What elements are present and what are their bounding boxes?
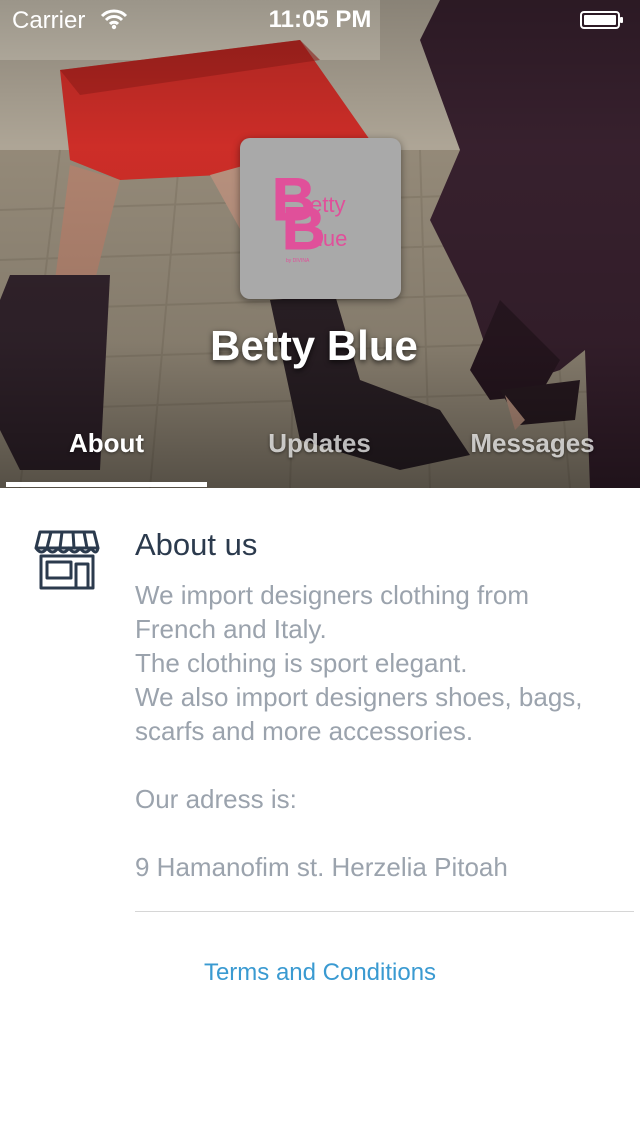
- header-hero: Carrier 11:05 PM B B etty lue by DIVINA …: [0, 0, 640, 488]
- terms-and-conditions-link[interactable]: Terms and Conditions: [0, 959, 640, 987]
- tab-messages[interactable]: Messages: [426, 428, 639, 478]
- about-line: We import designers clothing from: [135, 580, 530, 610]
- tab-about[interactable]: About: [0, 428, 213, 478]
- storefront-icon: [34, 530, 100, 590]
- content-divider: [135, 911, 634, 912]
- status-time: 11:05 PM: [268, 6, 372, 33]
- about-blank-line: [135, 748, 625, 782]
- business-logo: B B etty lue by DIVINA: [240, 138, 401, 299]
- active-tab-indicator: [6, 482, 207, 487]
- about-line: We also import designers shoes, bags,: [135, 682, 583, 712]
- status-bar: Carrier 11:05 PM: [0, 0, 640, 40]
- about-line: The clothing is sport elegant.: [135, 648, 468, 678]
- battery-icon: [580, 11, 623, 29]
- tab-bar: About Updates Messages: [0, 420, 640, 488]
- address-label: Our adress is:: [135, 784, 297, 814]
- about-description: We import designers clothing from French…: [135, 578, 625, 884]
- about-heading: About us: [135, 527, 258, 562]
- about-line: scarfs and more accessories.: [135, 716, 474, 746]
- svg-text:by DIVINA: by DIVINA: [286, 258, 310, 264]
- about-blank-line: [135, 816, 625, 850]
- about-line: French and Italy.: [135, 614, 327, 644]
- business-title: Betty Blue: [210, 322, 418, 369]
- betty-blue-logo-mark: B B etty lue by DIVINA: [272, 166, 348, 265]
- svg-text:lue: lue: [318, 226, 347, 251]
- svg-text:etty: etty: [310, 192, 345, 217]
- address-value: 9 Hamanofim st. Herzelia Pitoah: [135, 852, 508, 882]
- tab-updates[interactable]: Updates: [213, 428, 426, 478]
